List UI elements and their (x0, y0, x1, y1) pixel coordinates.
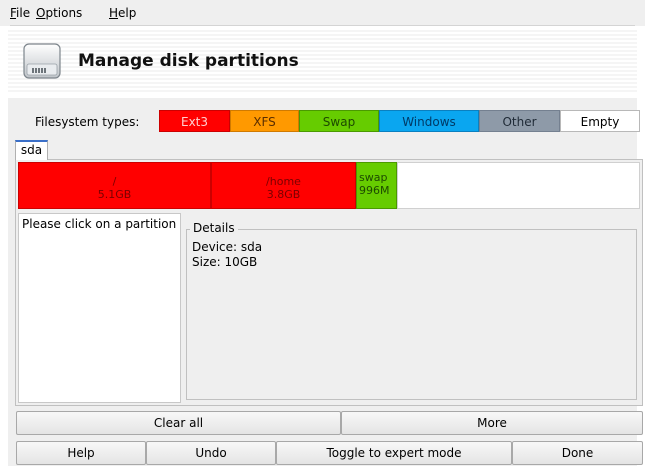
partition-mount: /home (266, 175, 301, 188)
menu-label: elp (118, 6, 137, 20)
partition-swap[interactable]: swap 996M (356, 162, 397, 209)
tab-sda[interactable]: sda (15, 140, 48, 160)
details-size: Size: 10GB (192, 255, 258, 269)
menu-file[interactable]: File (10, 6, 30, 20)
fs-type-ext3: Ext3 (159, 110, 230, 132)
fs-type-swap: Swap (299, 110, 379, 132)
partition-mount: swap (359, 171, 388, 184)
partition-size: 3.8GB (266, 188, 301, 201)
more-button[interactable]: More (341, 411, 643, 435)
partition-hint: Please click on a partition (22, 217, 177, 231)
fs-type-windows: Windows (379, 110, 479, 132)
menu-mnemonic: H (109, 6, 119, 20)
partition-size: 996M (359, 184, 390, 197)
menu-label: ile (16, 6, 31, 20)
menu-label: ptions (45, 6, 83, 20)
clear-all-button[interactable]: Clear all (16, 411, 341, 435)
partition-home[interactable]: /home 3.8GB (211, 162, 356, 209)
menu-bar: File Options Help (0, 0, 645, 26)
page-title: Manage disk partitions (78, 51, 299, 71)
details-device: Device: sda (192, 240, 263, 254)
toggle-expert-mode-button[interactable]: Toggle to expert mode (276, 441, 512, 465)
header-banner: Manage disk partitions (8, 30, 637, 94)
fs-type-xfs: XFS (230, 110, 299, 132)
menu-separator (10, 25, 635, 26)
details-legend: Details (190, 221, 238, 235)
partition-free-space[interactable] (397, 162, 640, 209)
fs-type-empty: Empty (560, 110, 640, 132)
partition-list[interactable]: Please click on a partition (18, 213, 181, 403)
partition-mount: / (112, 175, 117, 188)
menu-help[interactable]: Help (109, 6, 136, 20)
help-button[interactable]: Help (16, 441, 146, 465)
menu-options[interactable]: Options (36, 6, 82, 20)
done-button[interactable]: Done (512, 441, 643, 465)
partition-size: 5.1GB (97, 188, 132, 201)
partition-root[interactable]: / 5.1GB (18, 162, 211, 209)
filesystem-types-label: Filesystem types: (35, 115, 140, 129)
fs-type-other: Other (479, 110, 560, 132)
hard-disk-icon (22, 42, 62, 80)
undo-button[interactable]: Undo (146, 441, 276, 465)
